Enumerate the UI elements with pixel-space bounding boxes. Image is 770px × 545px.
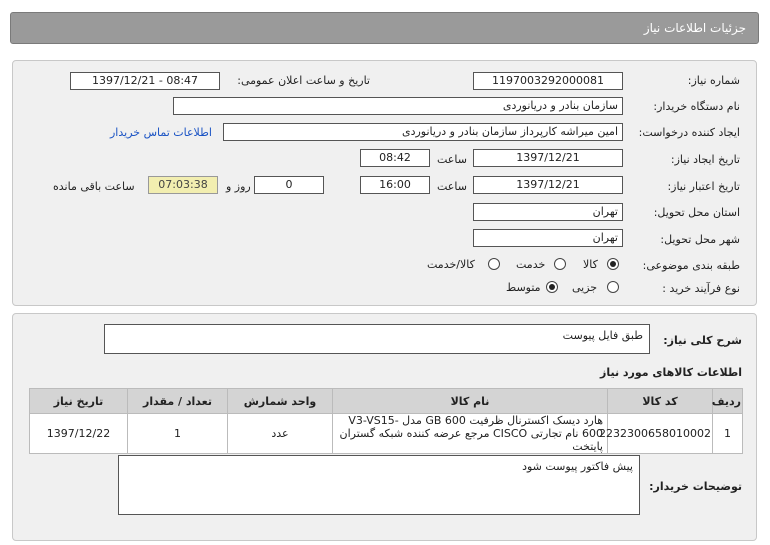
category-radio-service[interactable] [554, 258, 566, 270]
cell-qty: 1 [127, 413, 228, 454]
col-row: ردیف [712, 388, 743, 414]
table-row: 1 2232300658010002 هارد دیسک اکسترنال ظر… [29, 413, 743, 454]
requester-label: ایجاد کننده درخواست: [638, 126, 740, 139]
process-radio-minor[interactable] [607, 281, 619, 293]
created-date-label: تاریخ ایجاد نیاز: [670, 153, 740, 166]
category-option-goods: کالا [583, 258, 598, 271]
remaining-time-field: 07:03:38 [148, 176, 218, 194]
col-qty: تعداد / مقدار [127, 388, 228, 414]
category-radio-goods[interactable] [607, 258, 619, 270]
category-label: طبقه بندی موضوعی: [642, 259, 740, 272]
col-code: کد کالا [607, 388, 713, 414]
cell-name: هارد دیسک اکسترنال ظرفیت 600 GB مدل V3-V… [332, 413, 608, 454]
city-field: تهران [473, 229, 623, 247]
buyer-notes-field: پیش فاکتور پیوست شود [118, 455, 640, 515]
created-date-field: 1397/12/21 [473, 149, 623, 167]
created-time-label: ساعت [437, 153, 467, 166]
summary-field: طبق فایل پیوست [104, 324, 650, 354]
validity-time-field: 16:00 [360, 176, 430, 194]
remaining-label: ساعت باقی مانده [53, 180, 135, 193]
need-number-field: 1197003292000081 [473, 72, 623, 90]
goods-section-title: اطلاعات کالاهای مورد نیاز [600, 366, 742, 379]
col-unit: واحد شمارش [227, 388, 333, 414]
col-name: نام کالا [332, 388, 608, 414]
validity-date-label: تاریخ اعتبار نیاز: [667, 180, 740, 193]
city-label: شهر محل تحویل: [660, 233, 740, 246]
process-label: نوع فرآیند خرید : [662, 282, 740, 295]
need-number-label: شماره نیاز: [687, 74, 740, 87]
category-option-goods-service: کالا/خدمت [427, 258, 475, 271]
col-date: تاریخ نیاز [29, 388, 128, 414]
created-time-field: 08:42 [360, 149, 430, 167]
announce-label: تاریخ و ساعت اعلان عمومی: [237, 74, 370, 87]
buyer-contact-link[interactable]: اطلاعات تماس خریدار [110, 126, 212, 139]
summary-label: شرح کلی نیاز: [663, 334, 742, 347]
province-label: استان محل تحویل: [653, 206, 740, 219]
category-radio-goods-service[interactable] [488, 258, 500, 270]
goods-table-header: ردیف کد کالا نام کالا واحد شمارش تعداد /… [29, 388, 743, 414]
page-title: جزئیات اطلاعات نیاز [643, 21, 746, 35]
page-header: جزئیات اطلاعات نیاز [10, 12, 759, 44]
process-radio-medium[interactable] [546, 281, 558, 293]
cell-unit: عدد [227, 413, 333, 454]
category-option-service: خدمت [516, 258, 546, 271]
announce-datetime-field: 1397/12/21 - 08:47 [70, 72, 220, 90]
cell-code: 2232300658010002 [599, 413, 713, 454]
requester-field: امین میراشه کارپرداز سازمان بنادر و دریا… [223, 123, 623, 141]
buyer-org-field: سازمان بنادر و دریانوردی [173, 97, 623, 115]
validity-date-field: 1397/12/21 [473, 176, 623, 194]
buyer-notes-label: توضیحات خریدار: [649, 480, 742, 493]
process-option-medium: متوسط [506, 281, 541, 294]
province-field: تهران [473, 203, 623, 221]
buyer-org-label: نام دستگاه خریدار: [653, 100, 740, 113]
days-label: روز و [226, 180, 251, 193]
goods-table: ردیف کد کالا نام کالا واحد شمارش تعداد /… [29, 388, 743, 454]
validity-time-label: ساعت [437, 180, 467, 193]
days-remaining-field: 0 [254, 176, 324, 194]
process-option-minor: جزیی [572, 281, 598, 294]
cell-row: 1 [712, 413, 743, 454]
cell-date: 1397/12/22 [29, 413, 128, 454]
